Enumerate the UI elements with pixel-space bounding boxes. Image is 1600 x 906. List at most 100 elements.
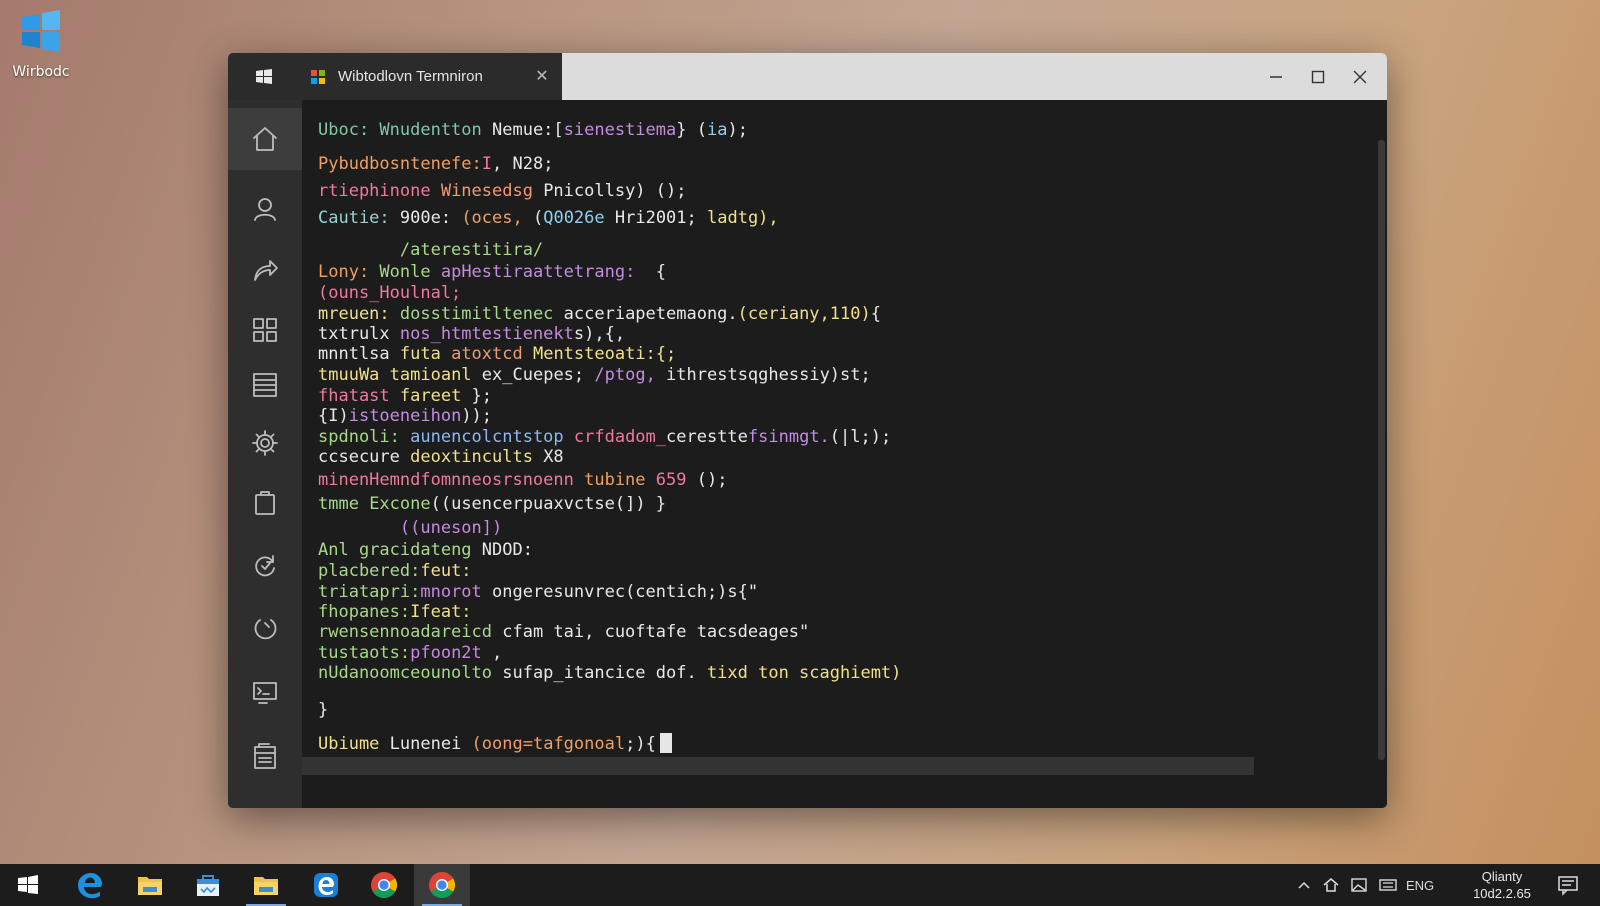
terminal-text-segment: ( — [522, 208, 544, 228]
terminal-text-segment: deoxtincults — [410, 447, 544, 467]
terminal-text-segment: ccsecure — [318, 447, 411, 467]
sidebar-item-terminal[interactable] — [228, 662, 302, 724]
gear-icon — [252, 430, 278, 456]
taskbar-edge[interactable] — [298, 864, 354, 906]
horizontal-scrollbar[interactable] — [302, 757, 1254, 775]
terminal-text-segment: ((uneson]) — [318, 518, 503, 538]
chrome-icon — [429, 872, 456, 899]
terminal-text-segment: tamioanl — [389, 365, 482, 385]
terminal-text-segment: sienestiema — [563, 120, 677, 140]
terminal-text-segment: gracidateng — [358, 540, 482, 560]
terminal-text-segment: I — [481, 154, 493, 174]
terminal-text-segment: { — [870, 304, 881, 324]
minimize-button[interactable] — [1255, 53, 1297, 100]
sidebar-item-apps[interactable] — [228, 299, 302, 361]
language-indicator[interactable]: ENG — [1406, 878, 1434, 893]
terminal-line: placbered:feut: — [318, 561, 472, 581]
clipboard-icon — [255, 491, 275, 515]
terminal-output[interactable]: Uboc: Wnudentton Nemue:[sienestiema} (ia… — [302, 100, 1387, 808]
terminal-text-segment: Ifeat: — [410, 602, 472, 622]
windows-menu-button[interactable] — [228, 53, 300, 100]
terminal-line: txtrulx nos_htmtestienekts),{, — [318, 324, 625, 344]
sidebar-item-share[interactable] — [228, 240, 302, 302]
terminal-text-segment: , — [492, 154, 513, 174]
taskbar-edge-legacy[interactable] — [62, 864, 118, 906]
folder-icon — [138, 877, 162, 895]
list-icon — [253, 373, 277, 397]
terminal-text-segment: tubine — [584, 470, 656, 490]
sidebar-item-user[interactable] — [228, 178, 302, 240]
terminal-text-segment: fhopanes: — [318, 602, 411, 622]
clock[interactable]: Qlianty 10d2.2.65 — [1464, 868, 1540, 902]
tab-close-icon[interactable]: ✕ — [532, 66, 552, 86]
terminal-text-segment: pfoon2t — [410, 643, 493, 663]
terminal-text-segment: fareet — [399, 386, 472, 406]
network-icon[interactable] — [1322, 876, 1340, 894]
terminal-text-segment: rtiephinone — [318, 181, 441, 201]
terminal-text-segment: fhatast — [318, 386, 400, 406]
terminal-text-segment: nos_htmtestienekt — [399, 324, 574, 344]
terminal-line: triatapri:mnorot ongeresunvrec(centich;)… — [318, 582, 758, 602]
taskbar-chrome-2[interactable] — [414, 864, 470, 906]
edge-icon — [314, 873, 338, 897]
terminal-text-segment: tafgonoal — [532, 734, 626, 754]
sidebar-item-clipboard[interactable] — [228, 472, 302, 534]
terminal-text-segment: triatapri: — [318, 582, 421, 602]
taskbar-chrome[interactable] — [356, 864, 412, 906]
terminal-text-segment: (oong= — [471, 734, 533, 754]
terminal-text-segment: /aterestitira/ — [318, 240, 544, 260]
sidebar-item-list[interactable] — [228, 354, 302, 416]
terminal-text-segment: txtrulx — [318, 324, 400, 344]
terminal-text-segment: mnorot — [420, 582, 493, 602]
maximize-button[interactable] — [1297, 53, 1339, 100]
taskbar-file-explorer-2[interactable] — [238, 864, 294, 906]
terminal-text-segment: 659 — [655, 470, 697, 490]
terminal-text-segment: Anl — [318, 540, 359, 560]
terminal-text-segment: Ubiume — [318, 734, 390, 754]
terminal-line: Anl gracidateng NDOD: — [318, 540, 533, 560]
terminal-text-segment: ); — [727, 120, 748, 140]
keyboard-icon[interactable] — [1378, 876, 1398, 894]
sidebar-item-sync[interactable] — [228, 535, 302, 597]
start-button[interactable] — [0, 864, 56, 906]
close-button[interactable] — [1339, 53, 1381, 100]
taskbar-store[interactable] — [180, 864, 236, 906]
terminal-text-segment: (]) } — [614, 494, 667, 514]
terminal-text-segment: } — [318, 700, 329, 720]
terminal-line: mnntlsa futa atoxtcd Mentsteoati:{; — [318, 344, 676, 364]
chevron-up-icon[interactable] — [1296, 877, 1312, 893]
terminal-text-segment: X8 — [543, 447, 564, 467]
terminal-text-segment: tustaots: — [318, 643, 411, 663]
terminal-line: {I)istoeneihon)); — [318, 406, 492, 426]
tab-terminal[interactable]: Wibtodlovn Termniron ✕ — [300, 53, 562, 100]
terminal-text-segment: NDOD: — [481, 540, 533, 560]
desktop-icon-windows[interactable]: Wirbodc — [6, 8, 76, 80]
sidebar-item-document[interactable] — [228, 726, 302, 788]
terminal-text-segment: Mentsteoati:{; — [522, 344, 677, 364]
terminal-text-segment: Lony: — [318, 262, 380, 282]
terminal-line: Cautie: 900e: (oces, (Q0026e Hri2001; la… — [318, 208, 779, 228]
notification-button[interactable] — [1540, 864, 1596, 906]
terminal-line: tmme Excone((usencerpuaxvctse(]) } — [318, 494, 666, 514]
share-icon — [254, 260, 278, 281]
terminal-text-segment: s),{, — [573, 324, 626, 344]
terminal-text-segment: ithrestsqghessiy)st; — [655, 365, 871, 385]
user-icon — [254, 198, 276, 221]
terminal-text-segment: 900e: — [399, 208, 462, 228]
terminal-icon — [253, 682, 277, 704]
terminal-text-segment: Pnicollsy) (); — [543, 181, 687, 201]
terminal-text-segment: ongeresunvrec(centich;)s{" — [492, 582, 759, 602]
terminal-text-segment: mnntlsa — [318, 344, 400, 364]
taskbar-file-explorer[interactable] — [122, 864, 178, 906]
vertical-scrollbar[interactable] — [1378, 140, 1385, 760]
folder-icon — [254, 877, 278, 895]
notification-icon — [1558, 876, 1578, 896]
home-icon — [253, 127, 277, 151]
sidebar-item-power[interactable] — [228, 596, 302, 658]
terminal-text-segment: (|l;); — [829, 427, 892, 447]
sidebar-item-settings[interactable] — [228, 412, 302, 474]
sidebar-item-home[interactable] — [228, 108, 302, 170]
windows-logo-icon — [256, 68, 272, 84]
terminal-text-segment: Uboc: Wnudentton — [318, 120, 492, 140]
image-icon[interactable] — [1350, 876, 1368, 894]
